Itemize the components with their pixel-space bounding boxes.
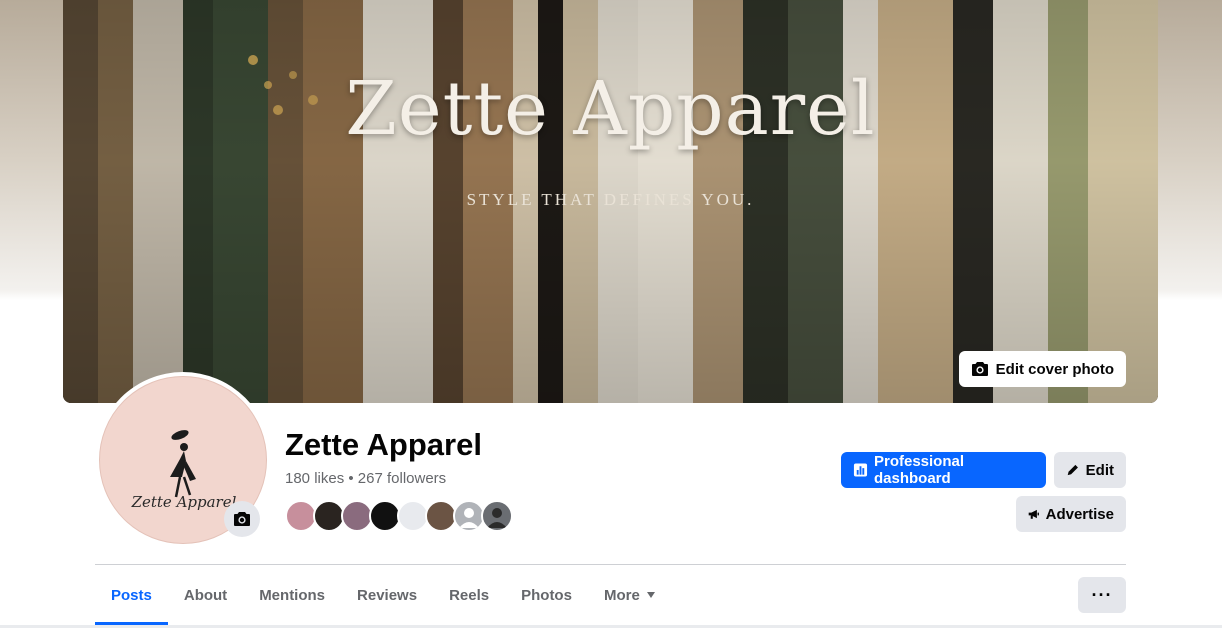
- tab-label: Reels: [449, 586, 490, 604]
- tab-label: More: [603, 586, 640, 604]
- follower-avatar[interactable]: [481, 500, 513, 532]
- tab-about[interactable]: About: [168, 565, 243, 625]
- tab-photos[interactable]: Photos: [505, 565, 588, 625]
- professional-dashboard-button[interactable]: Professional dashboard: [841, 452, 1046, 488]
- page-tabs: Posts About Mentions Reviews Reels Photo…: [95, 565, 672, 625]
- tab-mentions[interactable]: Mentions: [243, 565, 341, 625]
- default-user-icon: [459, 508, 479, 528]
- tab-reviews[interactable]: Reviews: [341, 565, 433, 625]
- edit-page-button[interactable]: Edit: [1054, 452, 1126, 488]
- tab-label: Reviews: [357, 586, 418, 604]
- caret-down-icon: [646, 592, 655, 598]
- follower-avatars[interactable]: [285, 500, 513, 532]
- tab-label: Photos: [521, 586, 572, 604]
- edit-cover-photo-button[interactable]: Edit cover photo: [958, 351, 1126, 387]
- advertise-button[interactable]: Advertise: [1016, 496, 1126, 532]
- page-name: Zette Apparel: [285, 427, 482, 462]
- default-user-icon: [487, 508, 507, 528]
- camera-icon: [971, 362, 988, 376]
- update-profile-picture-button[interactable]: [224, 501, 260, 537]
- pencil-icon: [1067, 464, 1078, 476]
- cover-title: Zette Apparel: [345, 66, 876, 152]
- tab-posts[interactable]: Posts: [95, 565, 168, 625]
- tab-label: Posts: [111, 586, 152, 604]
- facebook-page-header: Zette Apparel STYLE THAT DEFINES YOU. Ed…: [0, 0, 1222, 628]
- tab-label: About: [183, 586, 228, 604]
- edit-page-label: Edit: [1085, 461, 1114, 479]
- more-options-button[interactable]: ···: [1078, 577, 1126, 613]
- professional-dashboard-label: Professional dashboard: [873, 453, 965, 487]
- tab-more[interactable]: More: [588, 565, 672, 625]
- tab-reels[interactable]: Reels: [433, 565, 505, 625]
- more-options-icon: ···: [1091, 584, 1113, 605]
- advertise-label: Advertise: [1045, 505, 1114, 523]
- cover-photo[interactable]: Zette Apparel STYLE THAT DEFINES YOU. Ed…: [63, 0, 1158, 403]
- edit-cover-photo-label: Edit cover photo: [995, 360, 1114, 378]
- likes-followers-count[interactable]: 180 likes • 267 followers: [285, 470, 446, 487]
- camera-icon: [234, 512, 250, 526]
- megaphone-icon: [1028, 509, 1039, 519]
- tab-label: Mentions: [259, 586, 326, 604]
- chart-icon: [853, 463, 868, 477]
- cover-tagline: STYLE THAT DEFINES YOU.: [466, 190, 755, 209]
